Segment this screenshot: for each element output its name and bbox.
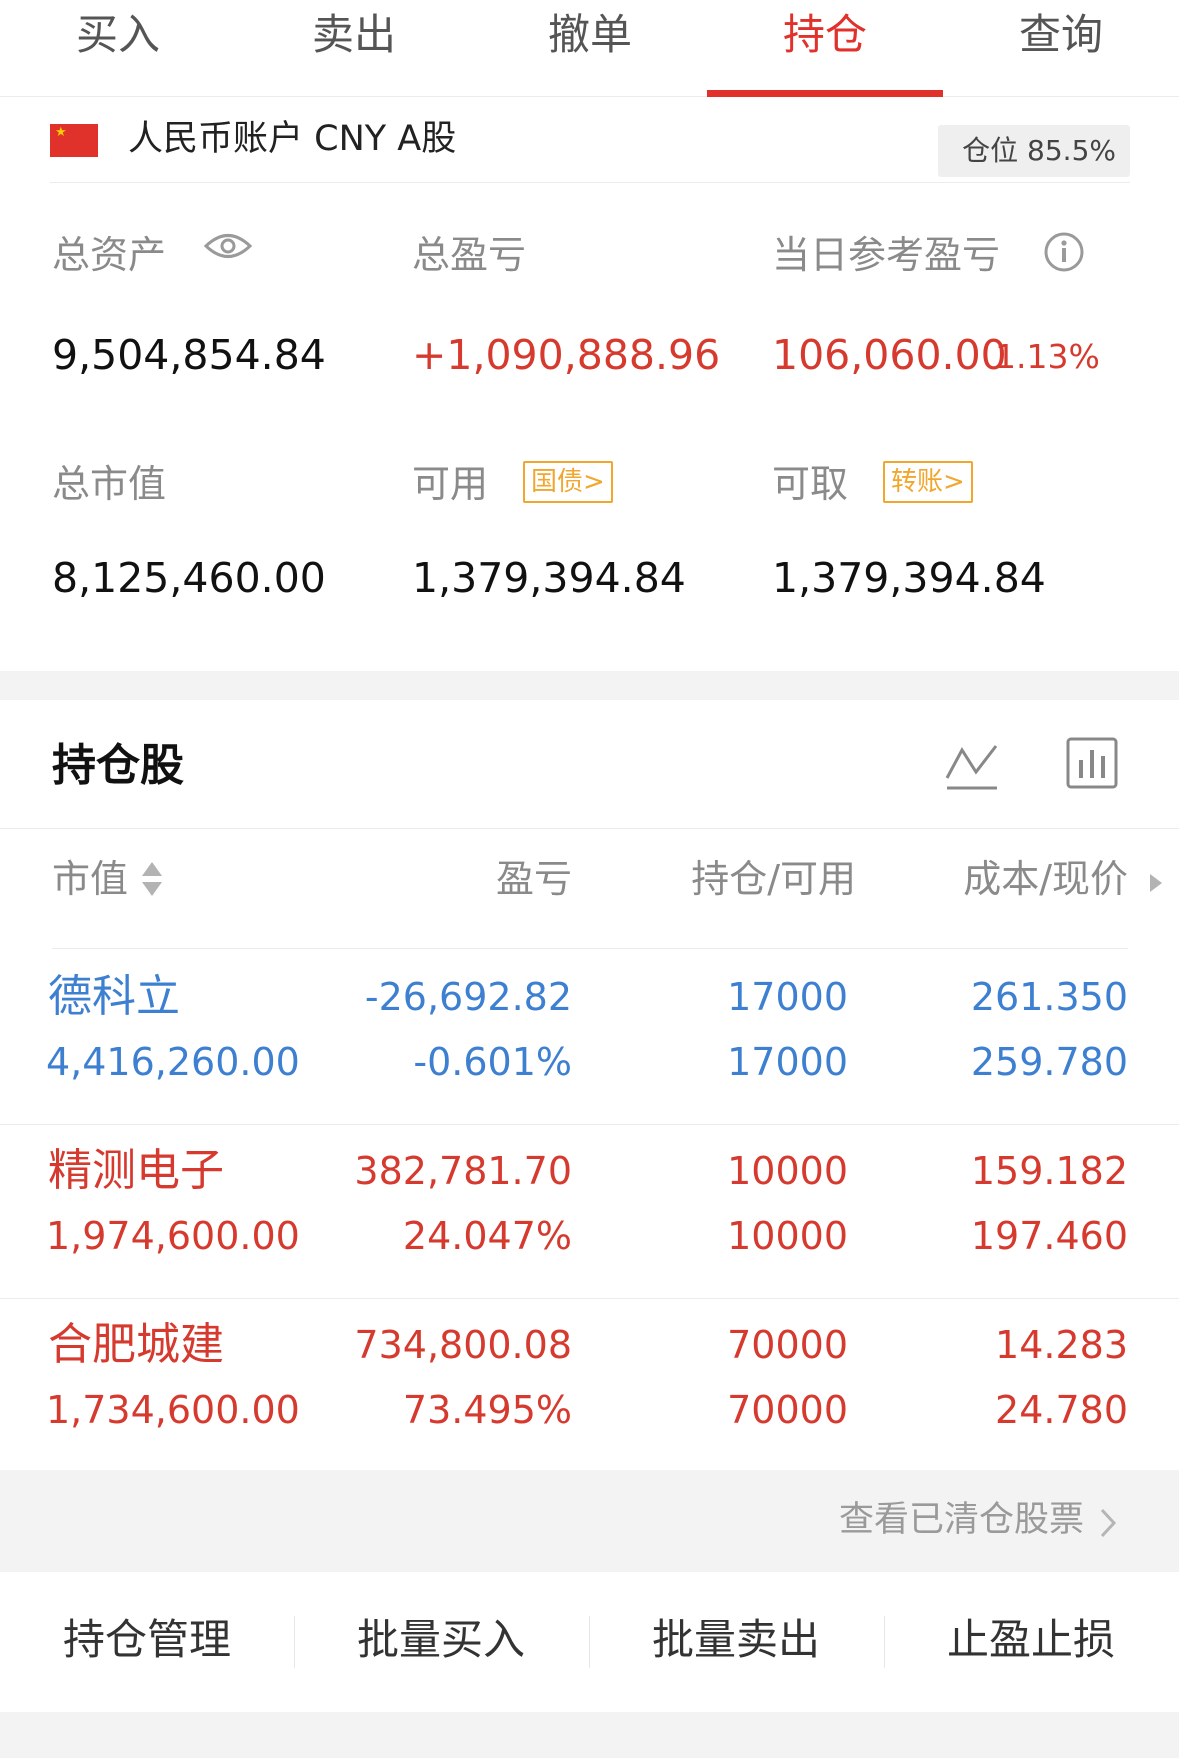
- tab-sell[interactable]: 卖出: [236, 0, 472, 97]
- table-row[interactable]: 德科立 4,416,260.00 -26,692.82 -0.601% 1700…: [0, 950, 1179, 1124]
- info-icon[interactable]: [1043, 231, 1085, 273]
- chevron-right-icon: [1100, 1508, 1117, 1538]
- market-value-value: 8,125,460.00: [52, 554, 326, 602]
- transfer-tag[interactable]: 转账>: [883, 461, 973, 503]
- tab-buy[interactable]: 买入: [0, 0, 236, 97]
- stock-name: 精测电子: [48, 1145, 224, 1196]
- column-header-market-value[interactable]: 市值: [52, 854, 128, 904]
- stock-available: 70000: [727, 1388, 848, 1432]
- stock-cost: 159.182: [970, 1149, 1128, 1193]
- stock-market-value: 4,416,260.00: [46, 1040, 300, 1084]
- daily-pnl-value: 106,060.00: [772, 331, 1007, 379]
- stock-pnl: 382,781.70: [354, 1149, 572, 1193]
- stock-name: 合肥城建: [48, 1319, 224, 1370]
- active-tab-indicator: [707, 90, 943, 97]
- table-row[interactable]: 合肥城建 1,734,600.00 734,800.08 73.495% 700…: [0, 1298, 1179, 1472]
- stock-price: 259.780: [970, 1040, 1128, 1084]
- column-header-cost-price: 成本/现价: [963, 857, 1128, 901]
- stock-position: 70000: [727, 1323, 848, 1367]
- bar-chart-icon[interactable]: [1065, 736, 1119, 790]
- stock-cost: 261.350: [970, 975, 1128, 1019]
- scroll-right-icon[interactable]: [1148, 872, 1164, 894]
- cleared-stocks-link[interactable]: 查看已清仓股票: [0, 1470, 1179, 1572]
- divider: [50, 182, 1130, 183]
- holdings-title: 持仓股: [52, 740, 184, 791]
- divider: [52, 948, 1128, 949]
- stock-available: 17000: [727, 1040, 848, 1084]
- stock-pnl-percent: 73.495%: [402, 1388, 572, 1432]
- account-title[interactable]: 人民币账户 CNY A股: [128, 115, 456, 163]
- stock-position: 10000: [727, 1149, 848, 1193]
- stock-pnl: 734,800.08: [354, 1323, 572, 1367]
- market-value-label: 总市值: [52, 462, 167, 506]
- take-profit-stop-loss-button[interactable]: 止盈止损: [884, 1612, 1178, 1668]
- stock-position: 17000: [727, 975, 848, 1019]
- daily-pnl-label: 当日参考盈亏: [772, 233, 1001, 277]
- top-tab-bar: 买入 卖出 撤单 持仓 查询: [0, 0, 1179, 97]
- stock-price: 24.780: [995, 1388, 1128, 1432]
- stock-pnl: -26,692.82: [364, 975, 572, 1019]
- cleared-stocks-label: 查看已清仓股票: [838, 1500, 1084, 1540]
- total-pnl-value: +1,090,888.96: [412, 331, 721, 379]
- available-label: 可用: [412, 462, 489, 506]
- column-header-position: 持仓/可用: [691, 857, 856, 901]
- account-summary: ★ 人民币账户 CNY A股 仓位 85.5% 总资产 总盈亏 当日参考盈亏 9…: [0, 97, 1179, 671]
- manage-positions-button[interactable]: 持仓管理: [0, 1612, 294, 1668]
- stock-market-value: 1,734,600.00: [46, 1388, 300, 1432]
- tab-positions[interactable]: 持仓: [707, 0, 943, 97]
- stock-cost: 14.283: [995, 1323, 1128, 1367]
- column-header-pnl: 盈亏: [495, 857, 572, 901]
- stock-name: 德科立: [48, 971, 180, 1022]
- stock-market-value: 1,974,600.00: [46, 1214, 300, 1258]
- stock-pnl-percent: 24.047%: [402, 1214, 572, 1258]
- batch-sell-button[interactable]: 批量卖出: [589, 1612, 883, 1668]
- holdings-section: 持仓股 市值 盈亏 持仓/可用 成本/现价 德科立 4,416,260.00 -…: [0, 700, 1179, 1470]
- total-assets-value: 9,504,854.84: [52, 331, 326, 379]
- available-value: 1,379,394.84: [412, 554, 686, 602]
- action-bar: 持仓管理 批量买入 批量卖出 止盈止损: [0, 1572, 1179, 1712]
- table-row[interactable]: 精测电子 1,974,600.00 382,781.70 24.047% 100…: [0, 1124, 1179, 1298]
- treasury-bond-tag[interactable]: 国债>: [523, 461, 613, 503]
- divider: [0, 828, 1179, 829]
- withdrawable-label: 可取: [772, 462, 849, 506]
- china-flag-icon: ★: [50, 124, 98, 157]
- eye-icon[interactable]: [203, 231, 253, 261]
- daily-pnl-percent: 1.13%: [995, 337, 1100, 376]
- withdrawable-value: 1,379,394.84: [772, 554, 1046, 602]
- tab-cancel[interactable]: 撤单: [472, 0, 708, 97]
- total-assets-label: 总资产: [52, 233, 167, 277]
- stock-pnl-percent: -0.601%: [413, 1040, 572, 1084]
- total-pnl-label: 总盈亏: [412, 233, 527, 277]
- stock-price: 197.460: [970, 1214, 1128, 1258]
- sort-icon[interactable]: [140, 860, 164, 898]
- stock-available: 10000: [727, 1214, 848, 1258]
- position-ratio-badge: 仓位 85.5%: [938, 125, 1130, 177]
- batch-buy-button[interactable]: 批量买入: [294, 1612, 588, 1668]
- trend-chart-icon[interactable]: [944, 740, 1000, 792]
- tab-query[interactable]: 查询: [943, 0, 1179, 97]
